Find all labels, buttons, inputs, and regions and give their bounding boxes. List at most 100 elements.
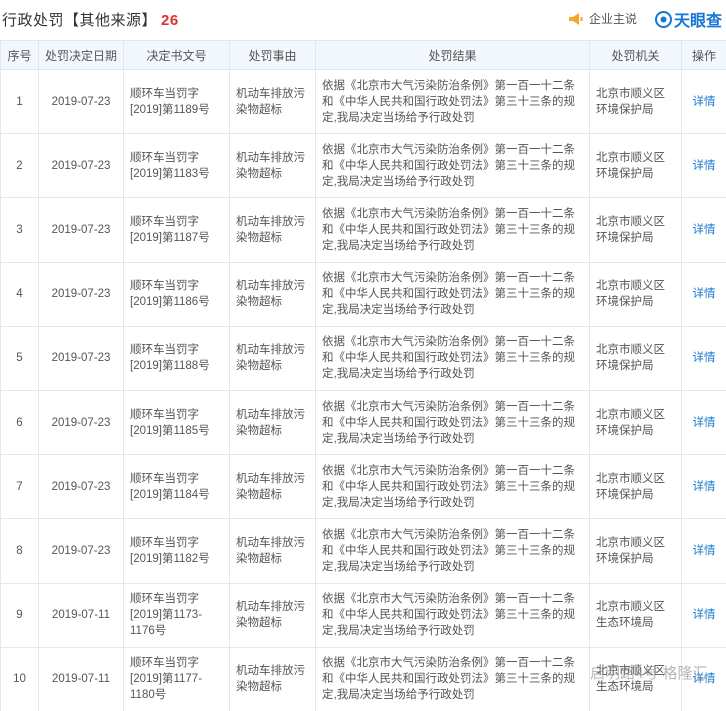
row-authority: 北京市顺义区环境保护局 [589,261,682,327]
row-index: 9 [0,582,39,648]
row-result: 依据《北京市大气污染防治条例》第一百一十二条和《中华人民共和国行政处罚法》第三十… [315,261,590,327]
details-link[interactable]: 详情 [693,160,716,172]
section-header: 行政处罚【其他来源】 26 企业主说 天眼查 [0,0,726,40]
details-link[interactable]: 详情 [693,224,716,236]
row-result: 依据《北京市大气污染防治条例》第一百一十二条和《中华人民共和国行政处罚法》第三十… [315,454,590,520]
col-header-result: 处罚结果 [315,40,590,70]
section-title-text: 行政处罚【其他来源】 [2,12,158,29]
table-row: 1 2019-07-23 顺环车当罚字[2019]第1189号 机动车排放污染物… [0,68,726,135]
watermark-text: 启明路4号 格隆汇 [590,665,708,682]
details-link[interactable]: 详情 [693,352,716,364]
row-authority: 北京市顺义区环境保护局 [589,197,682,263]
row-authority: 北京市顺义区环境保护局 [589,325,682,391]
row-date: 2019-07-23 [38,389,124,456]
record-count: 26 [161,12,179,29]
row-authority: 北京市顺义区环境保护局 [589,133,682,199]
col-header-action: 操作 [681,40,726,70]
row-date: 2019-07-23 [38,518,124,584]
owner-notice-label: 企业主说 [589,12,638,26]
row-reason: 机动车排放污染物超标 [229,68,316,135]
table-row: 7 2019-07-23 顺环车当罚字[2019]第1184号 机动车排放污染物… [0,454,726,520]
table-row: 4 2019-07-23 顺环车当罚字[2019]第1186号 机动车排放污染物… [0,261,726,327]
penalty-table: 序号 处罚决定日期 决定书文号 处罚事由 处罚结果 处罚机关 操作 1 2019… [0,40,726,711]
row-reason: 机动车排放污染物超标 [229,133,316,199]
table-row: 2 2019-07-23 顺环车当罚字[2019]第1183号 机动车排放污染物… [0,133,726,199]
watermark: 启明路4号 格隆汇 [590,662,708,683]
row-doc-number: 顺环车当罚字[2019]第1186号 [123,261,230,327]
row-authority: 北京市顺义区环境保护局 [589,518,682,584]
tianyancha-logo: 天眼查 [655,7,722,31]
row-reason: 机动车排放污染物超标 [229,646,316,711]
row-result: 依据《北京市大气污染防治条例》第一百一十二条和《中华人民共和国行政处罚法》第三十… [315,646,590,711]
row-authority: 北京市顺义区环境保护局 [589,68,682,135]
col-header-date: 处罚决定日期 [38,40,124,70]
logo-text: 天眼查 [674,13,723,30]
details-link[interactable]: 详情 [693,481,716,493]
row-index: 2 [0,133,39,199]
row-action-cell: 详情 [681,133,726,199]
row-result: 依据《北京市大气污染防治条例》第一百一十二条和《中华人民共和国行政处罚法》第三十… [315,133,590,199]
row-result: 依据《北京市大气污染防治条例》第一百一十二条和《中华人民共和国行政处罚法》第三十… [315,389,590,456]
row-result: 依据《北京市大气污染防治条例》第一百一十二条和《中华人民共和国行政处罚法》第三十… [315,582,590,648]
row-reason: 机动车排放污染物超标 [229,389,316,456]
col-header-authority: 处罚机关 [589,40,682,70]
table-row: 9 2019-07-11 顺环车当罚字[2019]第1173-1176号 机动车… [0,582,726,648]
row-result: 依据《北京市大气污染防治条例》第一百一十二条和《中华人民共和国行政处罚法》第三十… [315,325,590,391]
table-row: 3 2019-07-23 顺环车当罚字[2019]第1187号 机动车排放污染物… [0,197,726,263]
table-header-row: 序号 处罚决定日期 决定书文号 处罚事由 处罚结果 处罚机关 操作 [0,40,726,70]
row-index: 6 [0,389,39,456]
row-index: 8 [0,518,39,584]
row-action-cell: 详情 [681,454,726,520]
row-result: 依据《北京市大气污染防治条例》第一百一十二条和《中华人民共和国行政处罚法》第三十… [315,68,590,135]
row-reason: 机动车排放污染物超标 [229,518,316,584]
row-result: 依据《北京市大气污染防治条例》第一百一十二条和《中华人民共和国行政处罚法》第三十… [315,197,590,263]
row-reason: 机动车排放污染物超标 [229,325,316,391]
row-result: 依据《北京市大气污染防治条例》第一百一十二条和《中华人民共和国行政处罚法》第三十… [315,518,590,584]
row-action-cell: 详情 [681,518,726,584]
megaphone-icon [569,12,583,25]
row-doc-number: 顺环车当罚字[2019]第1188号 [123,325,230,391]
row-index: 1 [0,68,39,135]
row-index: 5 [0,325,39,391]
section-title: 行政处罚【其他来源】 26 [2,9,179,30]
table-row: 6 2019-07-23 顺环车当罚字[2019]第1185号 机动车排放污染物… [0,389,726,456]
row-action-cell: 详情 [681,261,726,327]
row-authority: 北京市顺义区生态环境局 [589,582,682,648]
row-action-cell: 详情 [681,68,726,135]
row-doc-number: 顺环车当罚字[2019]第1182号 [123,518,230,584]
row-date: 2019-07-23 [38,454,124,520]
row-action-cell: 详情 [681,582,726,648]
row-index: 4 [0,261,39,327]
details-link[interactable]: 详情 [693,288,716,300]
details-link[interactable]: 详情 [693,417,716,429]
col-header-doc-number: 决定书文号 [123,40,230,70]
eye-logo-icon [655,10,672,28]
row-date: 2019-07-23 [38,325,124,391]
row-date: 2019-07-23 [38,68,124,135]
col-header-index: 序号 [0,40,39,70]
row-date: 2019-07-23 [38,197,124,263]
row-doc-number: 顺环车当罚字[2019]第1184号 [123,454,230,520]
row-doc-number: 顺环车当罚字[2019]第1177-1180号 [123,646,230,711]
details-link[interactable]: 详情 [693,545,716,557]
col-header-reason: 处罚事由 [229,40,316,70]
row-action-cell: 详情 [681,197,726,263]
table-row: 8 2019-07-23 顺环车当罚字[2019]第1182号 机动车排放污染物… [0,518,726,584]
row-doc-number: 顺环车当罚字[2019]第1185号 [123,389,230,456]
row-index: 3 [0,197,39,263]
row-authority: 北京市顺义区环境保护局 [589,389,682,456]
row-action-cell: 详情 [681,389,726,456]
details-link[interactable]: 详情 [693,609,716,621]
row-doc-number: 顺环车当罚字[2019]第1173-1176号 [123,582,230,648]
row-reason: 机动车排放污染物超标 [229,261,316,327]
row-doc-number: 顺环车当罚字[2019]第1183号 [123,133,230,199]
row-date: 2019-07-23 [38,133,124,199]
table-row: 5 2019-07-23 顺环车当罚字[2019]第1188号 机动车排放污染物… [0,325,726,391]
owner-notice-link[interactable]: 企业主说 [568,10,637,27]
row-date: 2019-07-11 [38,582,124,648]
row-index: 10 [0,646,39,711]
row-authority: 北京市顺义区环境保护局 [589,454,682,520]
details-link[interactable]: 详情 [693,96,716,108]
row-index: 7 [0,454,39,520]
row-reason: 机动车排放污染物超标 [229,582,316,648]
